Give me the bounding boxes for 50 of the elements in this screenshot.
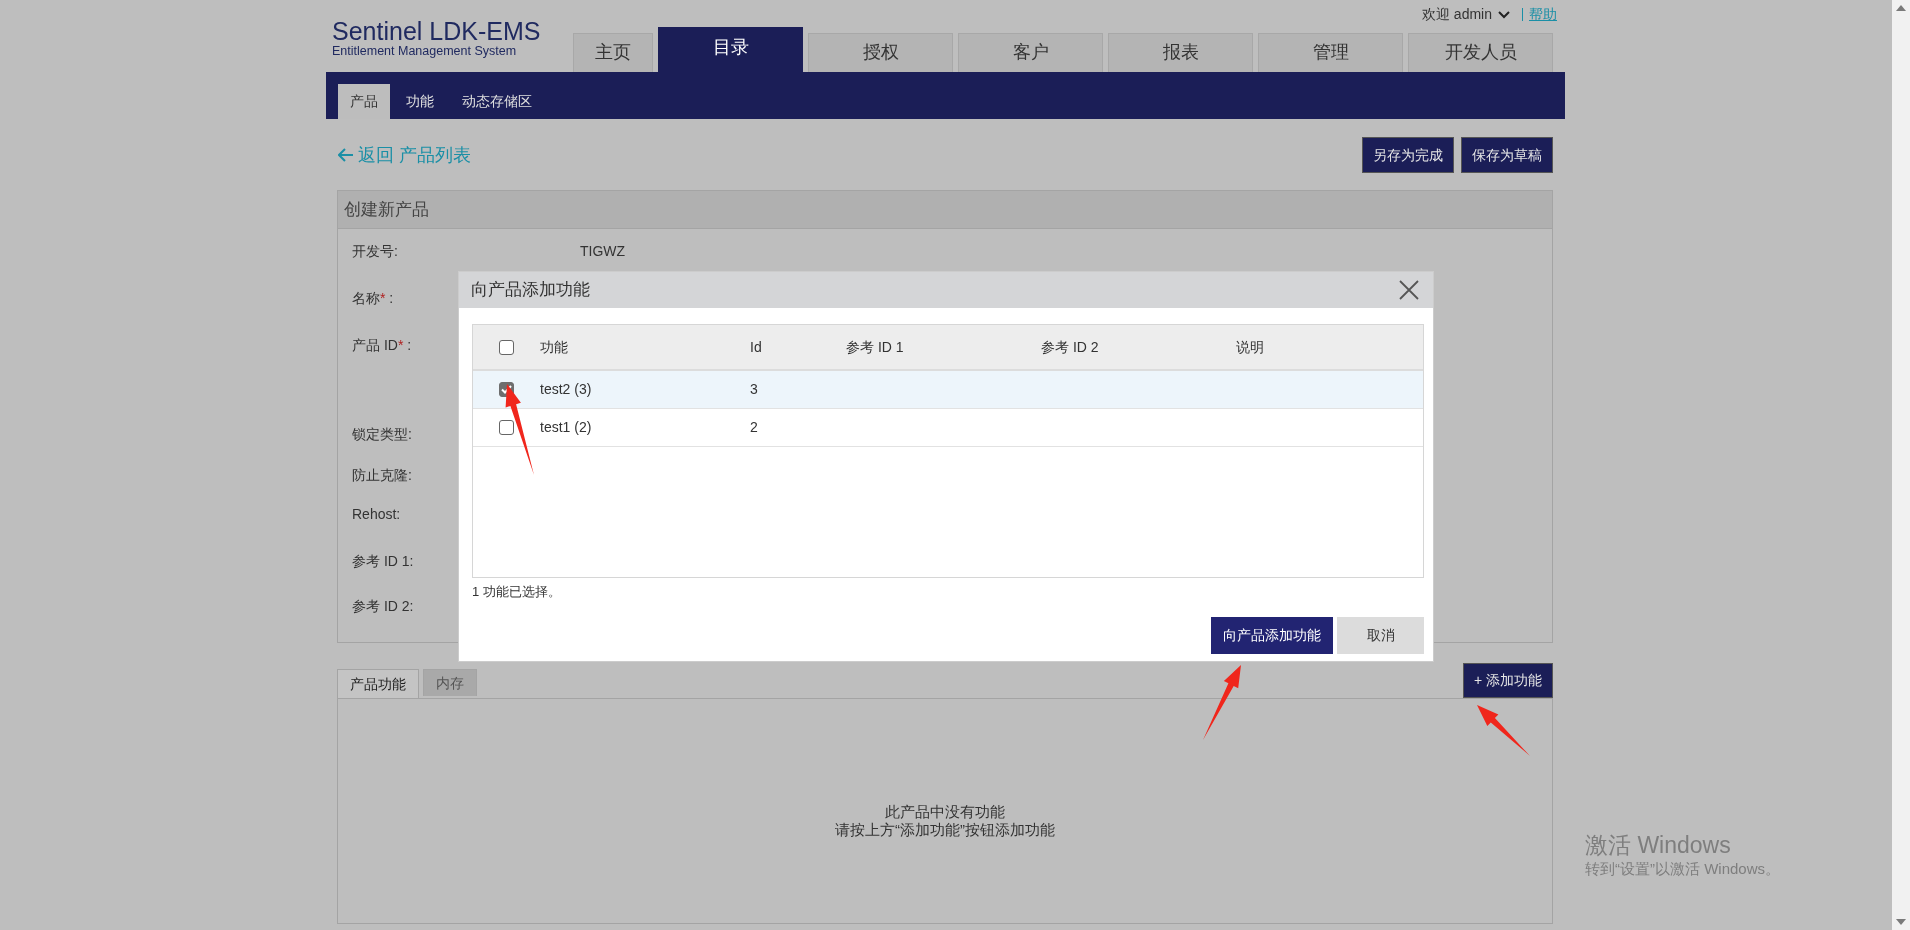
field-label: 名称* :: [352, 290, 394, 306]
field-label: 参考 ID 2:: [352, 598, 414, 614]
welcome-user-menu[interactable]: 欢迎 admin: [1421, 4, 1492, 25]
chevron-down-icon[interactable]: [1498, 10, 1510, 19]
nav-tab[interactable]: 目录: [658, 27, 803, 72]
checkbox[interactable]: [499, 339, 514, 355]
action-button[interactable]: 保存为草稿: [1461, 137, 1553, 173]
nav-tab[interactable]: 主页: [573, 33, 653, 72]
checkbox[interactable]: [499, 420, 514, 435]
tab[interactable]: 产品功能: [337, 669, 419, 698]
nav-tab[interactable]: 报表: [1108, 33, 1253, 72]
field-label: 防止克隆:: [352, 467, 412, 483]
scroll-down-icon[interactable]: [1896, 918, 1906, 926]
activation-notice: 激活 Windows 转到“设置”以激活 Windows。: [1585, 832, 1780, 879]
arrow-left-icon: [338, 148, 354, 162]
column-header: 功能: [540, 337, 569, 357]
field-label: 参考 ID 1:: [352, 553, 414, 569]
column-header: 参考 ID 2: [1041, 337, 1100, 357]
table-cell: 3: [750, 381, 758, 397]
nav-tab[interactable]: 管理: [1258, 33, 1403, 72]
logo: Sentinel LDK-EMS Entitlement Management System: [331, 16, 542, 58]
table-cell: test1 (2): [540, 419, 592, 435]
field-label: Rehost:: [352, 506, 401, 522]
selection-count: 1 功能已选择。: [472, 583, 562, 601]
dialog-button[interactable]: 向产品添加功能: [1211, 617, 1333, 654]
table-cell: 2: [750, 419, 758, 435]
nav-tab[interactable]: 客户: [958, 33, 1103, 72]
field-label: 锁定类型:: [352, 426, 412, 442]
add-feature-button[interactable]: + 添加功能: [1462, 663, 1553, 698]
sub-tab[interactable]: 功能: [394, 84, 446, 119]
sub-tab[interactable]: 动态存储区: [450, 84, 544, 119]
panel-title: 创建新产品: [338, 191, 1552, 229]
empty-message: 请按上方“添加功能”按钮添加功能: [835, 821, 1055, 839]
column-header: 参考 ID 1: [846, 337, 905, 357]
field-label: 开发号:: [352, 243, 398, 259]
column-header: Id: [750, 337, 763, 357]
dialog-button[interactable]: 取消: [1337, 617, 1424, 654]
empty-message: 此产品中没有功能: [885, 803, 1005, 821]
field-value: TIGWZ: [580, 242, 626, 261]
scroll-up-icon[interactable]: [1896, 4, 1906, 12]
dialog-title: 向产品添加功能: [471, 279, 590, 302]
nav-tab[interactable]: 开发人员: [1408, 33, 1553, 72]
action-button[interactable]: 另存为完成: [1362, 137, 1454, 173]
column-header: 说明: [1236, 337, 1265, 357]
field-label: 产品 ID* :: [352, 337, 412, 353]
nav-tab[interactable]: 授权: [808, 33, 953, 72]
sub-tab[interactable]: 产品: [338, 84, 390, 119]
table-cell: test2 (3): [540, 381, 592, 397]
close-icon[interactable]: [1399, 280, 1419, 300]
scrollbar[interactable]: [1892, 0, 1910, 930]
